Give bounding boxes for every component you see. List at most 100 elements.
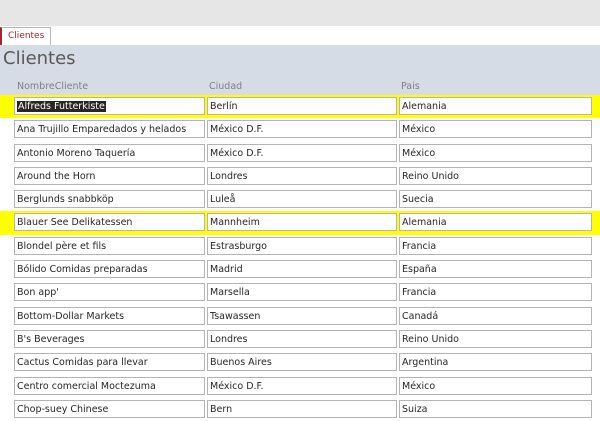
nombrecliente-field[interactable]: Bottom-Dollar Markets <box>14 306 205 325</box>
form-header: Clientes NombreCliente Ciudad Pais <box>0 45 600 95</box>
nombrecliente-value: Blondel père et fils <box>17 240 107 252</box>
tab-clientes[interactable]: Clientes <box>0 27 52 45</box>
pais-value: Reino Unido <box>402 170 459 182</box>
nombrecliente-value: Ana Trujillo Emparedados y helados <box>17 124 187 136</box>
pais-value: México <box>402 380 436 392</box>
nombrecliente-field[interactable]: Ana Trujillo Emparedados y helados <box>14 120 205 139</box>
pais-value: México <box>402 147 436 159</box>
ciudad-value: Madrid <box>210 264 243 276</box>
column-header-nombrecliente: NombreCliente <box>17 81 89 92</box>
ciudad-field[interactable]: Marsella <box>207 283 397 302</box>
record-row[interactable]: Blauer See Delikatessen Mannheim Alemania <box>0 211 600 236</box>
nombrecliente-field[interactable]: Cactus Comidas para llevar <box>14 353 205 372</box>
nombrecliente-field[interactable]: Antonio Moreno Taquería <box>14 143 205 162</box>
nombrecliente-field[interactable]: Centro comercial Moctezuma <box>14 376 205 395</box>
record-row[interactable]: Cactus Comidas para llevar Buenos Aires Ar… <box>0 351 600 374</box>
nombrecliente-value: Cactus Comidas para llevar <box>17 357 148 369</box>
nombrecliente-value: Around the Horn <box>17 170 96 182</box>
ciudad-value: México D.F. <box>210 380 264 392</box>
nombrecliente-value: Centro comercial Moctezuma <box>17 380 156 392</box>
ciudad-field[interactable]: México D.F. <box>207 376 397 395</box>
ciudad-field[interactable]: Estrasburgo <box>207 236 397 255</box>
ciudad-field[interactable]: Tsawassen <box>207 306 397 325</box>
nombrecliente-field[interactable]: Bon app' <box>14 283 205 302</box>
nombrecliente-value: Bólido Comidas preparadas <box>17 264 148 276</box>
ciudad-field[interactable]: Luleå <box>207 190 397 209</box>
ciudad-value: Luleå <box>210 194 236 206</box>
nombrecliente-value: B's Beverages <box>17 333 85 345</box>
nombrecliente-value: Chop-suey Chinese <box>17 403 109 415</box>
column-header-ciudad: Ciudad <box>209 81 243 92</box>
pais-value: Suecia <box>402 194 434 206</box>
record-row[interactable]: Ana Trujillo Emparedados y helados México… <box>0 118 600 141</box>
ciudad-value: Londres <box>210 333 248 345</box>
ciudad-value: Tsawassen <box>210 310 261 322</box>
ciudad-value: Marsella <box>210 287 250 299</box>
pais-value: Francia <box>402 287 437 299</box>
ciudad-field[interactable]: Londres <box>207 329 397 348</box>
pais-field[interactable]: Suecia <box>399 190 592 209</box>
pais-value: Reino Unido <box>402 333 459 345</box>
form-title: Clientes <box>3 48 76 69</box>
pais-value: Argentina <box>402 357 449 369</box>
ciudad-value: Estrasburgo <box>210 240 267 252</box>
nombrecliente-field[interactable]: Blauer See Delikatessen <box>14 213 205 232</box>
ciudad-value: México D.F. <box>210 124 264 136</box>
record-row[interactable]: Berglunds snabbköp Luleå Suecia <box>0 188 600 211</box>
pais-field[interactable]: Francia <box>399 283 592 302</box>
ciudad-value: Londres <box>210 170 248 182</box>
pais-field[interactable]: Alemania <box>399 213 592 232</box>
ciudad-field[interactable]: Mannheim <box>207 213 397 232</box>
pais-value: España <box>402 264 437 276</box>
pais-field[interactable]: México <box>399 376 592 395</box>
ciudad-field[interactable]: Londres <box>207 166 397 185</box>
pais-field[interactable]: México <box>399 120 592 139</box>
nombrecliente-field[interactable]: B's Beverages <box>14 329 205 348</box>
pais-field[interactable]: España <box>399 260 592 279</box>
nombrecliente-value: Antonio Moreno Taquería <box>17 147 136 159</box>
record-row[interactable]: Centro comercial Moctezuma México D.F. Méx… <box>0 375 600 398</box>
pais-value: Alemania <box>402 101 447 112</box>
pais-field[interactable]: Alemania <box>399 97 592 115</box>
ciudad-value: Berlín <box>210 101 238 112</box>
pais-field[interactable]: México <box>399 143 592 162</box>
pais-value: Francia <box>402 240 437 252</box>
column-header-pais: Pais <box>401 81 420 92</box>
nombrecliente-field[interactable]: Bólido Comidas preparadas <box>14 260 205 279</box>
record-row[interactable]: Alfreds Futterkiste Berlín Alemania <box>0 95 600 119</box>
pais-value: Alemania <box>402 217 447 229</box>
nombrecliente-field[interactable]: Around the Horn <box>14 166 205 185</box>
nombrecliente-field[interactable]: Alfreds Futterkiste <box>14 97 205 115</box>
ciudad-value: Mannheim <box>210 217 260 229</box>
pais-field[interactable]: Reino Unido <box>399 166 592 185</box>
ciudad-field[interactable]: Madrid <box>207 260 397 279</box>
ciudad-field[interactable]: Berlín <box>207 97 397 115</box>
record-row[interactable]: Bólido Comidas preparadas Madrid España <box>0 258 600 281</box>
document-tabs: Clientes <box>0 26 600 46</box>
nombrecliente-value: Alfreds Futterkiste <box>17 101 106 112</box>
records-list: Alfreds Futterkiste Berlín Alemania Ana Tru… <box>0 95 600 421</box>
record-row[interactable]: Around the Horn Londres Reino Unido <box>0 165 600 188</box>
record-row[interactable]: Antonio Moreno Taquería México D.F. México <box>0 142 600 165</box>
ciudad-field[interactable]: Buenos Aires <box>207 353 397 372</box>
ciudad-value: Buenos Aires <box>210 357 272 369</box>
ciudad-field[interactable]: México D.F. <box>207 120 397 139</box>
ciudad-field[interactable]: México D.F. <box>207 143 397 162</box>
record-row[interactable]: Blondel père et fils Estrasburgo Francia <box>0 235 600 258</box>
pais-field[interactable]: Canadá <box>399 306 592 325</box>
pais-field[interactable]: Argentina <box>399 353 592 372</box>
pais-field[interactable]: Francia <box>399 236 592 255</box>
nombrecliente-field[interactable]: Blondel père et fils <box>14 236 205 255</box>
nombrecliente-value: Bon app' <box>17 287 59 299</box>
record-row[interactable]: Bottom-Dollar Markets Tsawassen Canadá <box>0 305 600 328</box>
nombrecliente-field[interactable]: Berglunds snabbköp <box>14 190 205 209</box>
ciudad-value: Bern <box>210 403 233 415</box>
pais-value: Canadá <box>402 310 439 322</box>
ribbon-area <box>0 0 600 26</box>
record-row[interactable]: Chop-suey Chinese Bern Suiza <box>0 398 600 421</box>
pais-value: Suiza <box>402 403 428 415</box>
record-row[interactable]: B's Beverages Londres Reino Unido <box>0 328 600 351</box>
record-row[interactable]: Bon app' Marsella Francia <box>0 281 600 304</box>
nombrecliente-value: Berglunds snabbköp <box>17 194 114 206</box>
pais-field[interactable]: Reino Unido <box>399 329 592 348</box>
